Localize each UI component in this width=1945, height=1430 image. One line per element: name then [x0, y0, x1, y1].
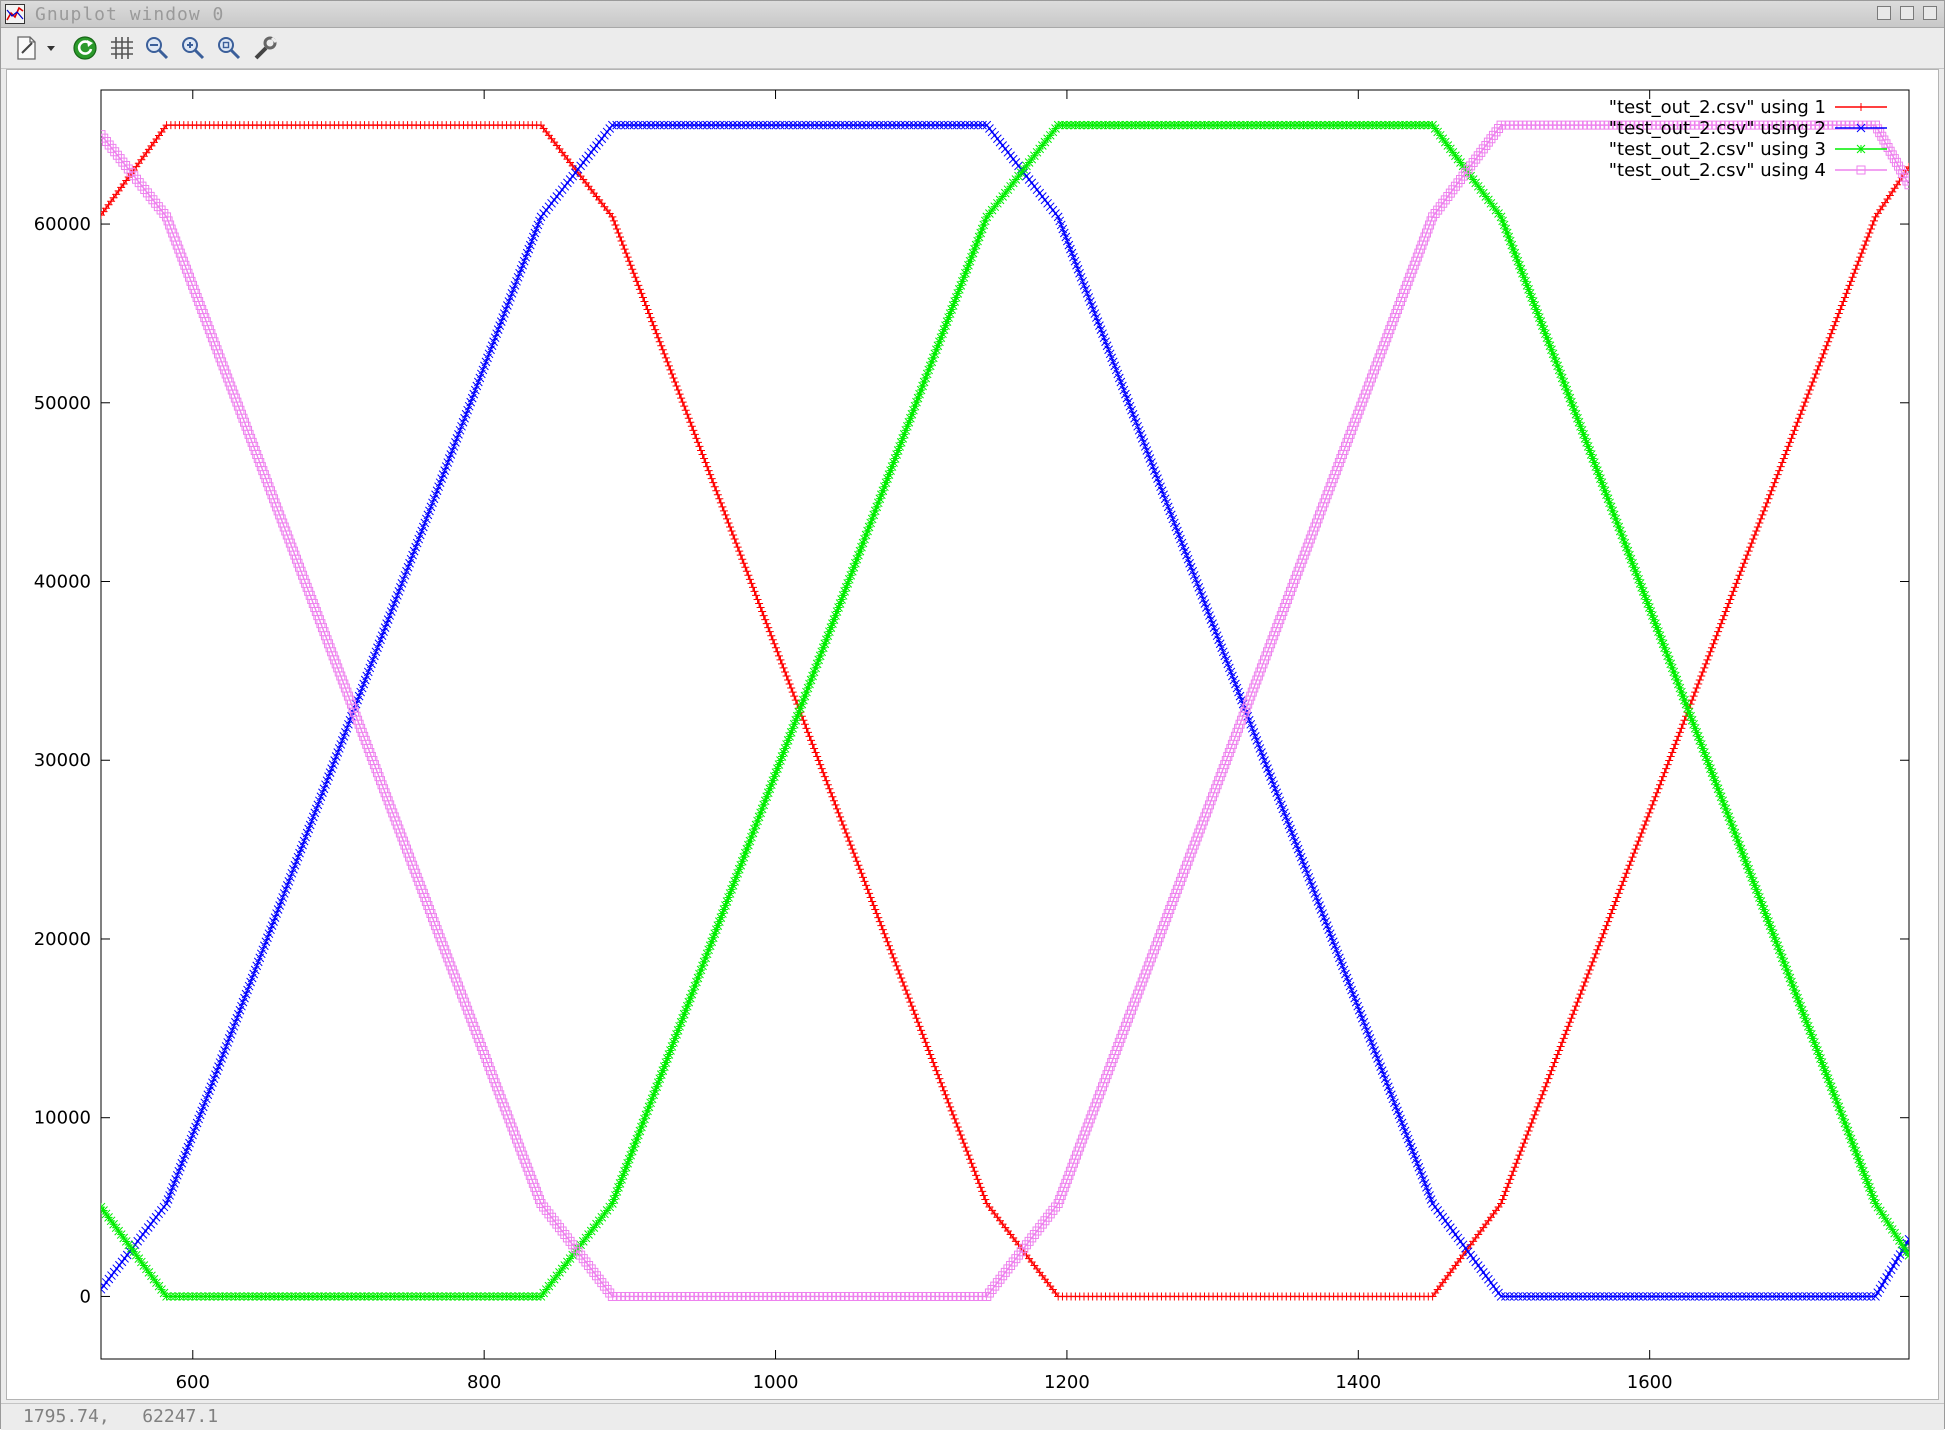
y-tick-label: 30000: [34, 750, 91, 771]
y-tick-label: 20000: [34, 929, 91, 950]
status-bar: 1795.74, 62247.1: [1, 1403, 1944, 1430]
x-tick-label: 1600: [1627, 1372, 1673, 1393]
series-line: [101, 124, 1909, 1298]
series-markers: [101, 120, 1909, 1301]
series-1[interactable]: [97, 121, 1913, 1301]
y-tick-label: 60000: [34, 214, 91, 235]
refresh-icon[interactable]: [71, 34, 99, 62]
x-tick-label: 1400: [1335, 1372, 1381, 1393]
toolbar: [1, 28, 1944, 69]
grid-icon[interactable]: [108, 34, 136, 62]
mouse-coordinates: 1795.74, 62247.1: [23, 1406, 219, 1427]
y-tick-label: 50000: [34, 393, 91, 414]
line-chart[interactable]: 0 10000 20000 30000 40000 50000 60000 600 800 100…: [7, 70, 1938, 1399]
zoom-next-icon[interactable]: [179, 34, 207, 62]
maximize-button[interactable]: [1900, 6, 1914, 20]
y-tick-label: 10000: [34, 1108, 91, 1129]
y-tick-label: 0: [80, 1286, 91, 1307]
legend-label: "test_out_2.csv" using 4: [1609, 160, 1826, 181]
series-2[interactable]: [97, 120, 1913, 1301]
close-button[interactable]: [1923, 6, 1937, 20]
x-tick-label: 800: [467, 1372, 501, 1393]
chevron-down-icon[interactable]: [45, 34, 57, 62]
x-tick-label: 1000: [753, 1372, 799, 1393]
legend-label: "test_out_2.csv" using 2: [1609, 118, 1826, 139]
window-title: Gnuplot window 0: [35, 4, 225, 25]
series-line: [101, 124, 1909, 1298]
x-tick-label: 1200: [1044, 1372, 1090, 1393]
plot-area[interactable]: 0 10000 20000 30000 40000 50000 60000 600 800 100…: [6, 69, 1939, 1400]
series-markers: [101, 120, 1909, 1301]
title-bar[interactable]: Gnuplot window 0: [1, 1, 1944, 28]
gnuplot-window: Gnuplot window 0 0 10000 20000 30000 400…: [0, 0, 1945, 1430]
plot-border: [100, 89, 1910, 1360]
document-export-icon[interactable]: [13, 34, 41, 62]
series-markers: [101, 120, 1909, 1301]
series-line: [101, 124, 1909, 1298]
zoom-previous-icon[interactable]: [143, 34, 171, 62]
minimize-button[interactable]: [1877, 6, 1891, 20]
zoom-fit-icon[interactable]: [215, 34, 243, 62]
series-line: [101, 124, 1909, 1298]
series-3[interactable]: [97, 120, 1913, 1301]
wrench-icon[interactable]: [251, 34, 279, 62]
gnuplot-app-icon: [5, 4, 25, 24]
legend-label: "test_out_2.csv" using 1: [1609, 97, 1826, 118]
legend-label: "test_out_2.csv" using 3: [1609, 139, 1826, 160]
series-markers: [101, 121, 1909, 1301]
legend-swatch-marker: [1856, 144, 1866, 154]
series-4[interactable]: [97, 120, 1913, 1301]
y-tick-label: 40000: [34, 572, 91, 593]
legend-swatch-marker: [1857, 103, 1865, 111]
x-tick-label: 600: [176, 1372, 210, 1393]
